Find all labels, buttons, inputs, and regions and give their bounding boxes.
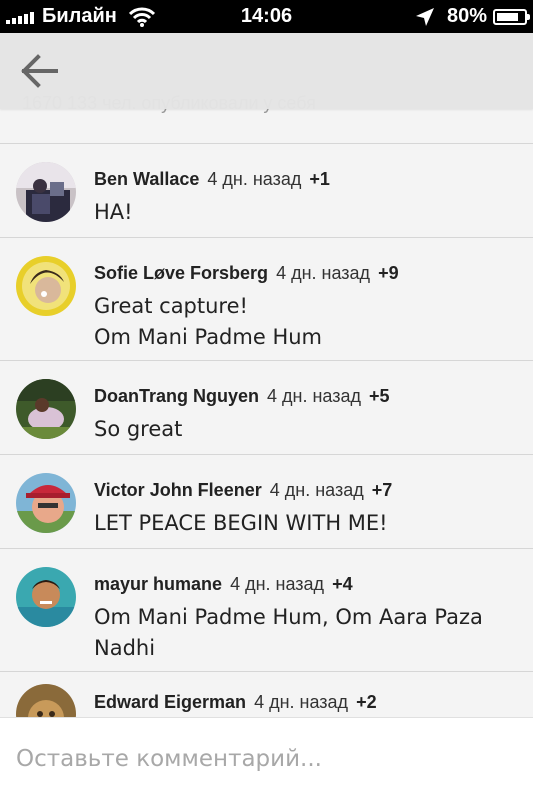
- comment-text: LET PEACE BEGIN WITH ME!: [94, 511, 388, 535]
- comment-text: Great capture! Om Mani Padme Hum: [94, 294, 322, 349]
- battery-percent: 80%: [446, 5, 487, 27]
- avatar[interactable]: [16, 473, 76, 533]
- comment-time: 4 дн. назад: [276, 263, 371, 283]
- arrow-left-icon: [21, 54, 58, 88]
- comment-item[interactable]: mayur humane 4 дн. назад +4 Om Mani Padm…: [0, 549, 533, 671]
- comment-input[interactable]: [16, 738, 516, 780]
- comment-time: 4 дн. назад: [254, 692, 349, 712]
- comment-author[interactable]: DoanTrang Nguyen: [94, 386, 259, 406]
- comment-plus-count[interactable]: +7: [372, 480, 393, 500]
- avatar[interactable]: [16, 684, 76, 717]
- comment-author[interactable]: mayur humane: [94, 574, 222, 594]
- comment-item[interactable]: Sofie Løve Forsberg 4 дн. назад +9 Great…: [0, 238, 533, 360]
- comment-author[interactable]: Sofie Løve Forsberg: [94, 263, 268, 283]
- status-bar: Билайн 14:06 80%: [0, 0, 533, 33]
- battery-level-fill: [497, 12, 518, 21]
- comment-header: mayur humane 4 дн. назад +4: [94, 574, 353, 595]
- avatar[interactable]: [16, 256, 76, 316]
- comment-text: HA!: [94, 200, 133, 224]
- comment-author[interactable]: Victor John Fleener: [94, 480, 262, 500]
- comment-composer: [0, 717, 533, 800]
- comment-time: 4 дн. назад: [230, 574, 325, 594]
- comment-text: So great: [94, 417, 183, 441]
- comment-author[interactable]: Ben Wallace: [94, 169, 199, 189]
- avatar[interactable]: [16, 162, 76, 222]
- comment-item[interactable]: Edward Eigerman 4 дн. назад +2: [0, 672, 533, 717]
- comment-plus-count[interactable]: +2: [356, 692, 377, 712]
- comment-header: Edward Eigerman 4 дн. назад +2: [94, 692, 377, 713]
- status-bar-right: 80%: [415, 5, 530, 28]
- comment-header: Victor John Fleener 4 дн. назад +7: [94, 480, 392, 501]
- avatar[interactable]: [16, 379, 76, 439]
- back-button[interactable]: [20, 53, 62, 89]
- comment-author[interactable]: Edward Eigerman: [94, 692, 246, 712]
- comment-header: DoanTrang Nguyen 4 дн. назад +5: [94, 386, 390, 407]
- battery-icon: [493, 8, 530, 25]
- comment-plus-count[interactable]: +1: [309, 169, 330, 189]
- comment-plus-count[interactable]: +9: [378, 263, 399, 283]
- comment-plus-count[interactable]: +5: [369, 386, 390, 406]
- comment-time: 4 дн. назад: [267, 386, 362, 406]
- avatar[interactable]: [16, 567, 76, 627]
- location-icon: [415, 7, 434, 26]
- comment-item[interactable]: Ben Wallace 4 дн. назад +1 HA!: [0, 144, 533, 237]
- comment-item[interactable]: DoanTrang Nguyen 4 дн. назад +5 So great: [0, 361, 533, 454]
- comment-text: Om Mani Padme Hum, Om Aara Paza Nadhi: [94, 605, 483, 660]
- comments-list[interactable]: 1670 133 чел. опубликовали у себя Ben Wa…: [0, 33, 533, 717]
- comment-header: Sofie Løve Forsberg 4 дн. назад +9: [94, 263, 399, 284]
- comment-time: 4 дн. назад: [207, 169, 302, 189]
- comment-time: 4 дн. назад: [269, 480, 364, 500]
- comment-plus-count[interactable]: +4: [332, 574, 353, 594]
- comment-item[interactable]: Victor John Fleener 4 дн. назад +7 LET P…: [0, 455, 533, 548]
- top-app-bar: [0, 33, 533, 109]
- comment-header: Ben Wallace 4 дн. назад +1: [94, 169, 330, 190]
- app-screen: Билайн 14:06 80% 1670 133 чел. опубликов…: [0, 0, 533, 800]
